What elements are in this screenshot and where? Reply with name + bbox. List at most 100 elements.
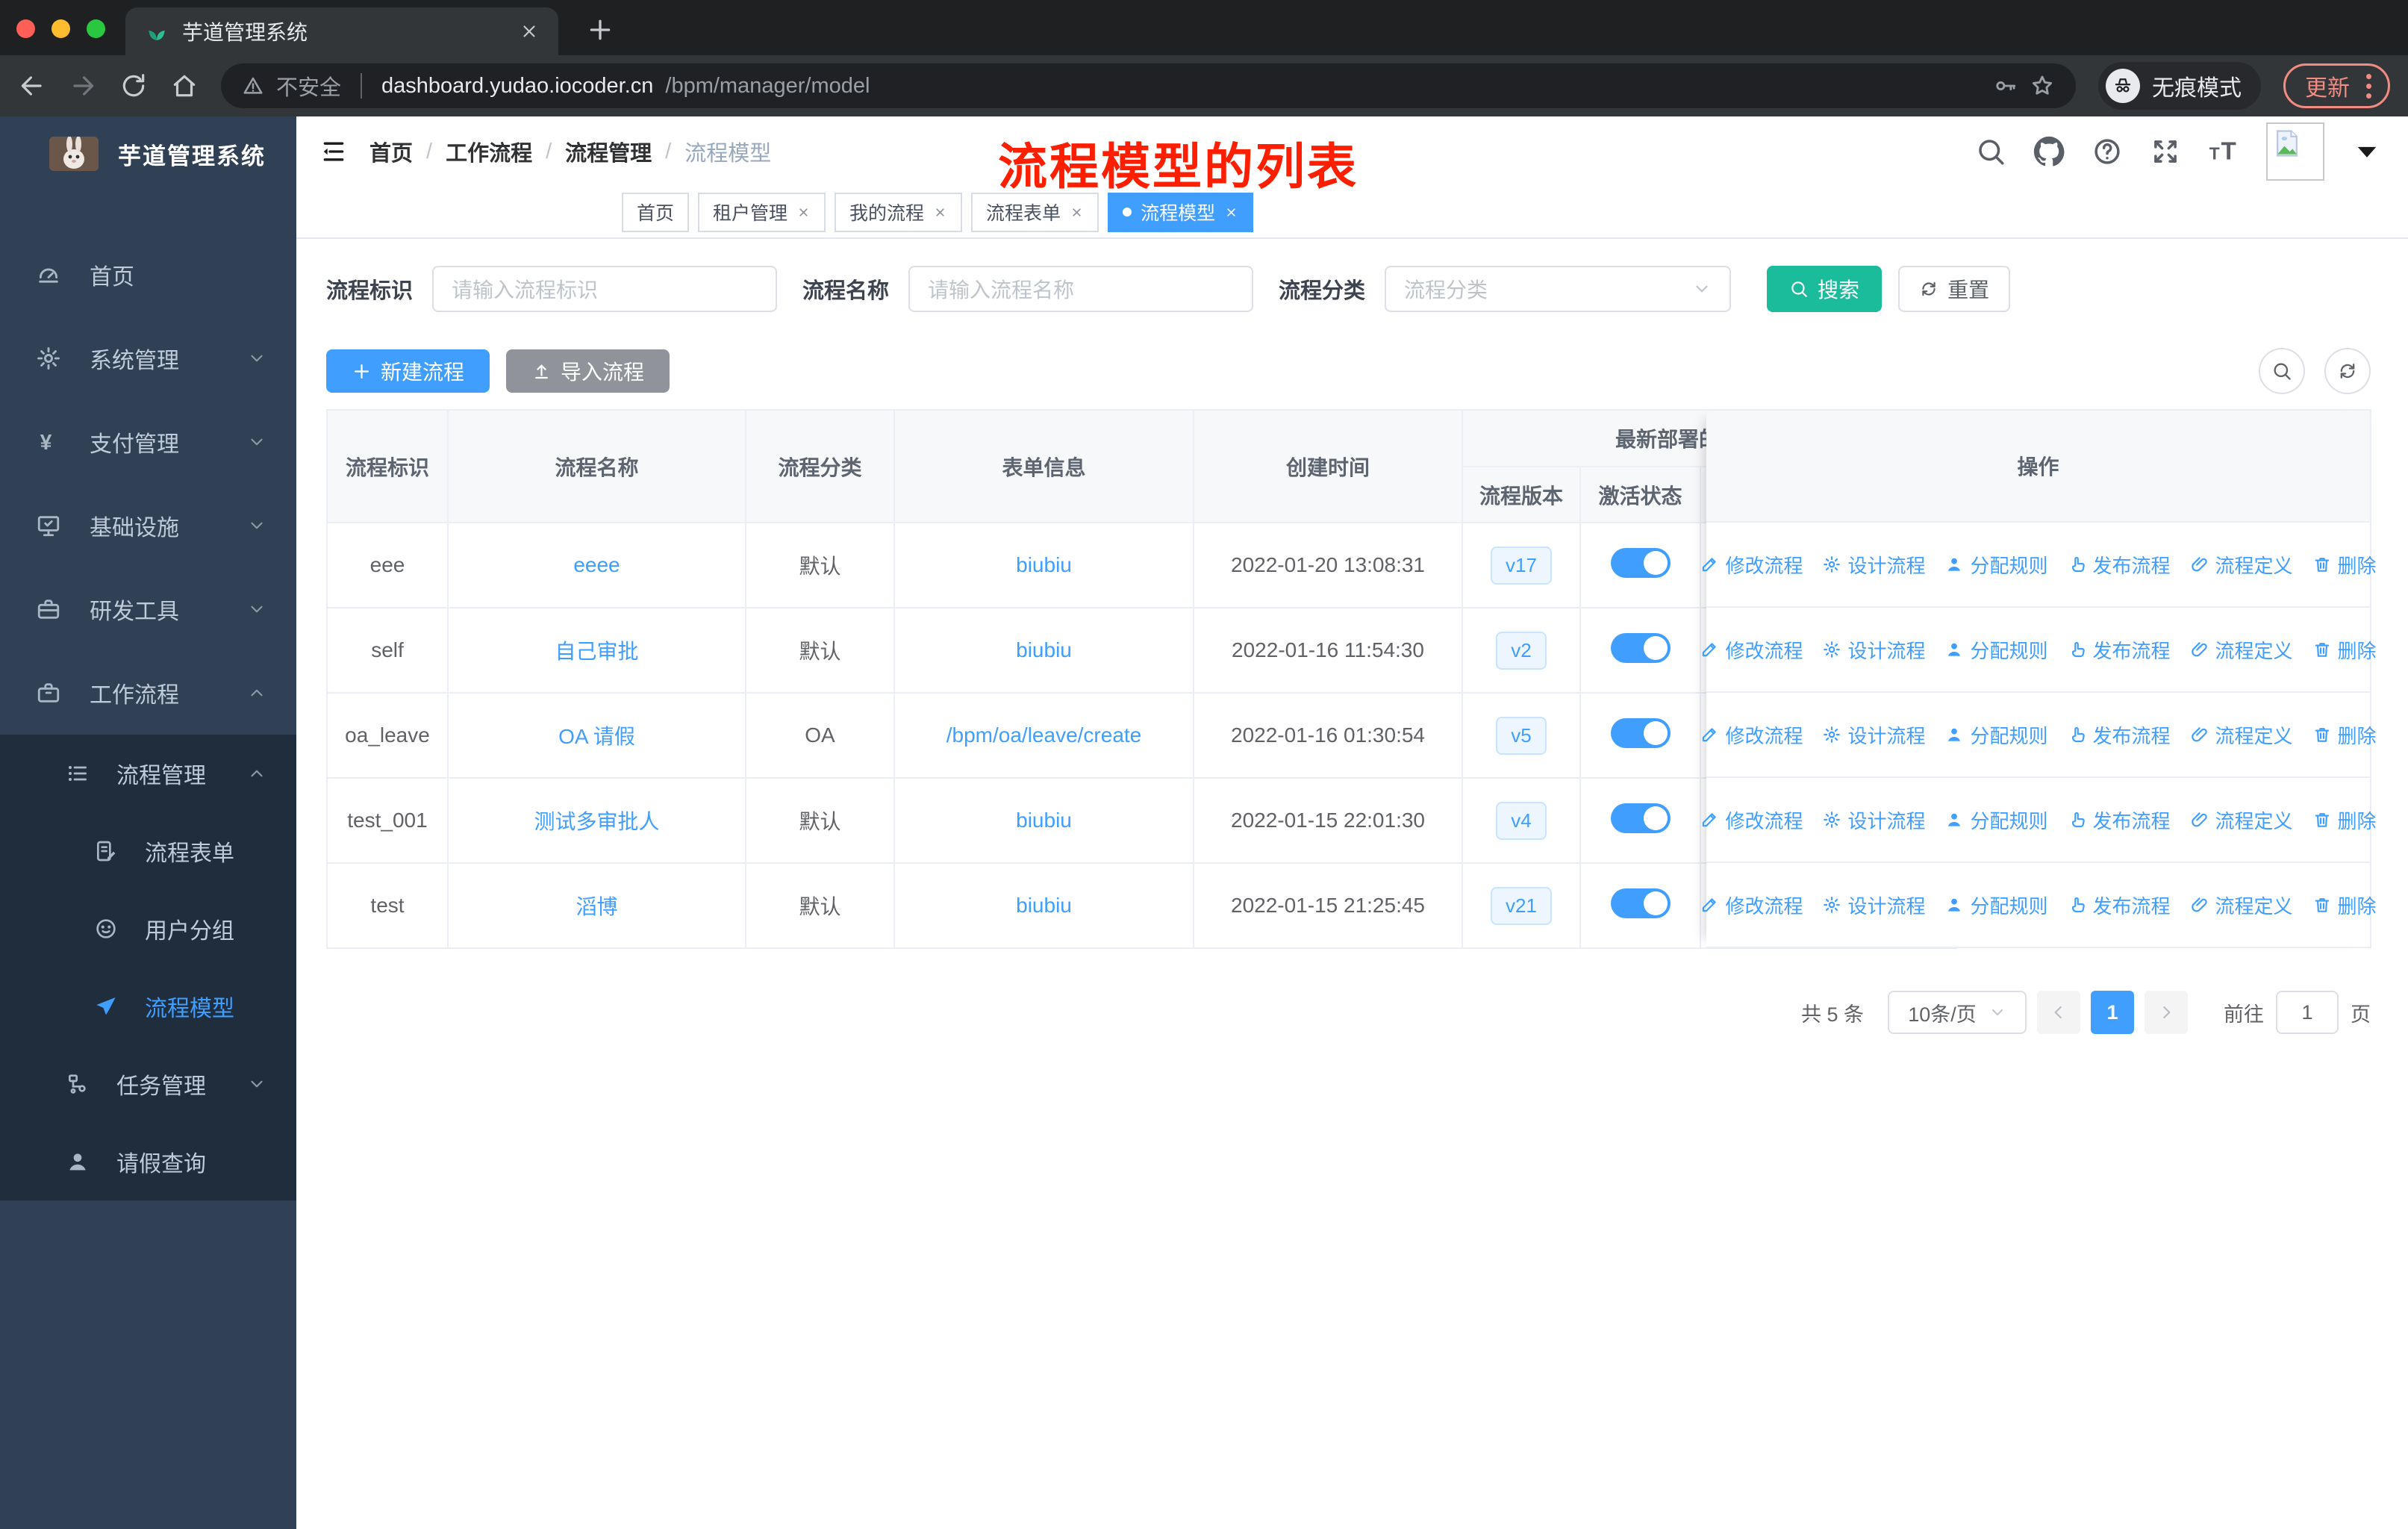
action-edit-link[interactable]: 修改流程 (1700, 721, 1803, 749)
tab-close-icon[interactable] (520, 22, 539, 41)
reload-icon[interactable] (119, 72, 148, 100)
action-delete-link[interactable]: 删除 (2312, 806, 2377, 834)
action-design-link[interactable]: 设计流程 (1822, 721, 1925, 749)
text-size-icon[interactable]: TT (2208, 136, 2239, 167)
sidebar-subitem-2[interactable]: 用户分组 (0, 890, 296, 968)
maximize-window-button[interactable] (87, 19, 105, 38)
sidebar-item-5[interactable]: 工作流程 (0, 651, 296, 735)
next-page-button[interactable] (2145, 991, 2188, 1034)
breadcrumb-item[interactable]: 首页 (369, 136, 413, 167)
key-icon[interactable] (1992, 73, 2018, 99)
back-icon[interactable] (18, 72, 46, 100)
window-controls[interactable] (16, 19, 105, 38)
filter-select[interactable]: 流程分类 (1385, 266, 1732, 312)
close-window-button[interactable] (16, 19, 35, 38)
tag-租户管理[interactable]: 租户管理 (698, 192, 826, 232)
sidebar-subitem-1[interactable]: 流程表单 (0, 812, 296, 890)
action-definition-link[interactable]: 流程定义 (2190, 891, 2293, 919)
process-name-link[interactable]: OA 请假 (558, 725, 635, 748)
action-assign-link[interactable]: 分配规则 (1944, 806, 2048, 834)
tag-close-icon[interactable] (1224, 205, 1238, 219)
action-assign-link[interactable]: 分配规则 (1944, 551, 2048, 579)
sidebar-subitem-5[interactable]: 请假查询 (0, 1123, 296, 1201)
caret-down-icon[interactable] (2351, 136, 2383, 167)
hamburger-icon[interactable] (319, 137, 349, 166)
action-assign-link[interactable]: 分配规则 (1944, 636, 2048, 664)
forward-icon[interactable] (69, 72, 97, 100)
action-edit-link[interactable]: 修改流程 (1700, 891, 1803, 919)
action-publish-link[interactable]: 发布流程 (2068, 636, 2171, 664)
search-button[interactable]: 搜索 (1767, 266, 1883, 312)
process-name-link[interactable]: 测试多审批人 (534, 810, 659, 833)
action-design-link[interactable]: 设计流程 (1822, 636, 1925, 664)
sidebar-item-0[interactable]: 首页 (0, 233, 296, 317)
sidebar-subitem-0[interactable]: 流程管理 (0, 735, 296, 812)
action-publish-link[interactable]: 发布流程 (2068, 551, 2171, 579)
home-icon[interactable] (170, 72, 199, 100)
active-toggle[interactable] (1610, 547, 1671, 578)
minimize-window-button[interactable] (52, 19, 70, 38)
active-toggle[interactable] (1610, 632, 1671, 663)
active-toggle[interactable] (1610, 888, 1671, 918)
tag-close-icon[interactable] (933, 205, 947, 219)
sidebar-subitem-4[interactable]: 任务管理 (0, 1045, 296, 1123)
action-publish-link[interactable]: 发布流程 (2068, 806, 2171, 834)
form-info-link[interactable]: biubiu (1016, 553, 1072, 576)
tag-我的流程[interactable]: 我的流程 (835, 192, 963, 232)
create-process-button[interactable]: 新建流程 (326, 349, 490, 393)
action-edit-link[interactable]: 修改流程 (1700, 636, 1803, 664)
tag-close-icon[interactable] (1070, 205, 1084, 219)
current-page-button[interactable]: 1 (2091, 991, 2134, 1034)
fullscreen-icon[interactable] (2150, 136, 2181, 167)
star-icon[interactable] (2030, 73, 2055, 99)
form-info-link[interactable]: biubiu (1016, 638, 1072, 661)
browser-tab[interactable]: 芋道管理系统 (125, 7, 558, 55)
goto-page-input[interactable]: 1 (2276, 991, 2339, 1034)
form-info-link[interactable]: biubiu (1016, 894, 1072, 917)
action-design-link[interactable]: 设计流程 (1822, 551, 1925, 579)
filter-input[interactable]: 请输入流程标识 (432, 266, 778, 312)
tag-首页[interactable]: 首页 (622, 192, 690, 232)
active-toggle[interactable] (1610, 803, 1671, 833)
action-definition-link[interactable]: 流程定义 (2190, 636, 2293, 664)
page-size-select[interactable]: 10条/页 (1888, 991, 2027, 1034)
url-field[interactable]: 不安全 dashboard.yudao.iocoder.cn/bpm/manag… (221, 63, 2076, 108)
table-refresh-button[interactable] (2324, 348, 2371, 394)
action-definition-link[interactable]: 流程定义 (2190, 721, 2293, 749)
avatar[interactable] (2266, 122, 2324, 181)
action-delete-link[interactable]: 删除 (2312, 891, 2377, 919)
form-info-link[interactable]: biubiu (1016, 809, 1072, 832)
tag-close-icon[interactable] (796, 205, 811, 219)
filter-input[interactable]: 请输入流程名称 (908, 266, 1254, 312)
table-search-toggle-button[interactable] (2259, 348, 2305, 394)
search-icon[interactable] (1975, 136, 2006, 167)
action-delete-link[interactable]: 删除 (2312, 551, 2377, 579)
action-assign-link[interactable]: 分配规则 (1944, 891, 2048, 919)
action-assign-link[interactable]: 分配规则 (1944, 721, 2048, 749)
sidebar-item-1[interactable]: 系统管理 (0, 317, 296, 400)
action-design-link[interactable]: 设计流程 (1822, 806, 1925, 834)
help-icon[interactable] (2092, 136, 2123, 167)
action-edit-link[interactable]: 修改流程 (1700, 806, 1803, 834)
browser-menu-icon[interactable] (2360, 73, 2377, 99)
sidebar-subitem-3[interactable]: 流程模型 (0, 968, 296, 1045)
form-info-link[interactable]: /bpm/oa/leave/create (946, 723, 1142, 747)
action-definition-link[interactable]: 流程定义 (2190, 551, 2293, 579)
active-toggle[interactable] (1610, 717, 1671, 748)
import-process-button[interactable]: 导入流程 (506, 349, 670, 393)
process-name-link[interactable]: 自己审批 (555, 640, 638, 663)
action-delete-link[interactable]: 删除 (2312, 636, 2377, 664)
process-name-link[interactable]: 滔博 (576, 895, 617, 918)
action-publish-link[interactable]: 发布流程 (2068, 891, 2171, 919)
sidebar-item-4[interactable]: 研发工具 (0, 567, 296, 651)
action-design-link[interactable]: 设计流程 (1822, 891, 1925, 919)
sidebar-item-3[interactable]: 基础设施 (0, 484, 296, 567)
reset-button[interactable]: 重置 (1898, 266, 2011, 312)
action-edit-link[interactable]: 修改流程 (1700, 551, 1803, 579)
sidebar-item-2[interactable]: ¥ 支付管理 (0, 400, 296, 484)
update-button[interactable]: 更新 (2283, 63, 2390, 108)
new-tab-button[interactable] (585, 15, 615, 45)
action-publish-link[interactable]: 发布流程 (2068, 721, 2171, 749)
prev-page-button[interactable] (2037, 991, 2080, 1034)
github-icon[interactable] (2033, 136, 2065, 167)
